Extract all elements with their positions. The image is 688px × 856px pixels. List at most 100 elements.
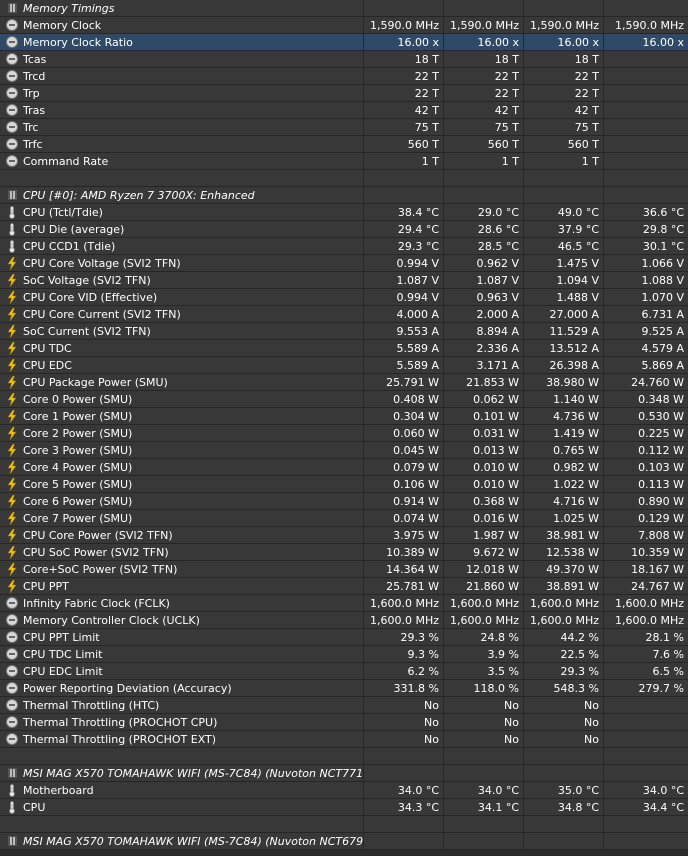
thermometer-icon [6,800,18,814]
section-header[interactable]: CPU [#0]: AMD Ryzen 7 3700X: Enhanced [0,187,688,204]
sensor-row[interactable]: Thermal Throttling (HTC) No No No [0,697,688,714]
min-value [444,187,524,204]
clock-icon [6,631,18,643]
spacer-row [0,170,688,187]
sensor-row[interactable]: CPU EDC Limit 6.2 % 3.5 % 29.3 % 6.5 % [0,663,688,680]
min-value: 9.672 W [444,544,524,561]
max-value: 49.0 °C [524,204,604,221]
min-value [444,0,524,17]
min-value: 42 T [444,102,524,119]
sensor-row[interactable]: Trc 75 T 75 T 75 T [0,119,688,136]
sensor-row[interactable]: CPU TDC 5.589 A 2.336 A 13.512 A 4.579 A [0,340,688,357]
sensor-row[interactable]: Core 0 Power (SMU) 0.408 W 0.062 W 1.140 W 0… [0,391,688,408]
current-value: 4.000 A [364,306,444,323]
sensor-label: CPU EDC [23,359,72,372]
sensor-row[interactable]: Power Reporting Deviation (Accuracy) 331.… [0,680,688,697]
sensor-row[interactable]: Tcas 18 T 18 T 18 T [0,51,688,68]
sensor-label: Core 4 Power (SMU) [23,461,133,474]
sensor-row[interactable]: CPU (Tctl/Tdie) 38.4 °C 29.0 °C 49.0 °C 36.6… [0,204,688,221]
min-value: 24.8 % [444,629,524,646]
sensor-row[interactable]: CPU EDC 5.589 A 3.171 A 26.398 A 5.869 A [0,357,688,374]
sensor-row[interactable]: CPU PPT 25.781 W 21.860 W 38.891 W 24.767 W [0,578,688,595]
section-header[interactable]: MSI MAG X570 TOMAHAWK WIFI (MS-7C84) (Nu… [0,833,688,850]
sensor-row[interactable]: Core 3 Power (SMU) 0.045 W 0.013 W 0.765 W 0… [0,442,688,459]
current-value: 0.074 W [364,510,444,527]
sensor-row[interactable]: Memory Clock 1,590.0 MHz 1,590.0 MHz 1,590.… [0,17,688,34]
sensor-row[interactable]: CPU Core Current (SVI2 TFN) 4.000 A 2.000 … [0,306,688,323]
sensor-row[interactable]: Tras 42 T 42 T 42 T [0,102,688,119]
current-value: 34.3 °C [364,799,444,816]
section-title: MSI MAG X570 TOMAHAWK WIFI (MS-7C84) (Nu… [23,767,364,780]
sensor-row[interactable]: CPU Die (average) 29.4 °C 28.6 °C 37.9 °C 29… [0,221,688,238]
sensor-row[interactable]: CPU Core VID (Effective) 0.994 V 0.963 V 1.… [0,289,688,306]
sensor-row[interactable]: CPU 34.3 °C 34.1 °C 34.8 °C 34.4 °C [0,799,688,816]
min-value: 2.000 A [444,306,524,323]
sensor-name-cell: Thermal Throttling (PROCHOT EXT) [0,731,364,748]
sensor-row[interactable]: Command Rate 1 T1 T1 T [0,153,688,170]
min-value: No [444,697,524,714]
sensor-row[interactable]: Trp 22 T 22 T 22 T [0,85,688,102]
sensor-row[interactable]: Core 4 Power (SMU) 0.079 W 0.010 W 0.982 W 0… [0,459,688,476]
average-value: 0.103 W [638,461,684,474]
max-value: 1.488 V [524,289,604,306]
max-value: 13.512 A [524,340,604,357]
sensor-row[interactable]: CPU PPT Limit 29.3 % 24.8 % 44.2 % 28.1 % [0,629,688,646]
min-value: No [444,714,524,731]
min-value: 0.963 V [444,289,524,306]
lightning-icon [6,290,18,304]
current-value: No [364,714,444,731]
min-value: 16.00 x [444,34,524,51]
max-value: 34.8 °C [524,799,604,816]
current-value: 9.3 % [364,646,444,663]
sensor-row[interactable]: Trfc 560 T 560 T 560 T [0,136,688,153]
section-header[interactable]: MSI MAG X570 TOMAHAWK WIFI (MS-7C84) (Nu… [0,765,688,782]
sensor-row[interactable]: Core+SoC Power (SVI2 TFN) 14.364 W 12.018 … [0,561,688,578]
sensor-label: Thermal Throttling (HTC) [23,699,160,712]
sensor-row[interactable]: Core 7 Power (SMU) 0.074 W 0.016 W 1.025 W 0… [0,510,688,527]
sensor-row[interactable]: CPU Core Power (SVI2 TFN) 3.975 W 1.987 W3… [0,527,688,544]
sensor-label: CPU SoC Power (SVI2 TFN) [23,546,169,559]
sensor-row[interactable]: CPU Package Power (SMU) 25.791 W 21.853 W3… [0,374,688,391]
sensor-row[interactable]: Thermal Throttling (PROCHOT CPU) No No No [0,714,688,731]
max-value: No [524,697,604,714]
sensor-row[interactable]: Thermal Throttling (PROCHOT EXT) No No No [0,731,688,748]
clock-icon [6,36,18,48]
average-value: 29.8 °C [642,223,684,236]
sensor-row[interactable]: Memory Clock Ratio 16.00 x 16.00 x 16.00 x1… [0,34,688,51]
sensor-row[interactable]: SoC Voltage (SVI2 TFN) 1.087 V 1.087 V 1.09… [0,272,688,289]
sensor-row[interactable]: CPU TDC Limit 9.3 % 3.9 % 22.5 % 7.6 % [0,646,688,663]
average-value [604,0,688,17]
sensor-row[interactable]: SoC Current (SVI2 TFN) 9.553 A 8.894 A 11.5… [0,323,688,340]
sensor-label: Command Rate [23,155,109,168]
sensor-row[interactable]: Core 1 Power (SMU) 0.304 W 0.101 W 4.736 W 0… [0,408,688,425]
sensor-row[interactable]: Trcd 22 T 22 T 22 T [0,68,688,85]
sensor-name-cell: Trc [0,119,364,136]
sensor-row[interactable]: Infinity Fabric Clock (FCLK) 1,600.0 MHz 1… [0,595,688,612]
sensor-row[interactable]: Motherboard 34.0 °C 34.0 °C 35.0 °C 34.0 °C [0,782,688,799]
min-value: 0.101 W [444,408,524,425]
sensor-name-cell: CPU EDC Limit [0,663,364,680]
sensor-label: CPU Package Power (SMU) [23,376,168,389]
sensor-row[interactable]: CPU SoC Power (SVI2 TFN) 10.389 W 9.672 W1… [0,544,688,561]
sensor-row[interactable]: Core 2 Power (SMU) 0.060 W 0.031 W 1.419 W 0… [0,425,688,442]
sensor-row[interactable]: CPU CCD1 (Tdie) 29.3 °C 28.5 °C 46.5 °C 30.1… [0,238,688,255]
max-value: 560 T [524,136,604,153]
thermometer-icon [6,205,18,219]
sensor-row[interactable]: Core 6 Power (SMU) 0.914 W 0.368 W 4.716 W 0… [0,493,688,510]
average-value [604,187,688,204]
sensor-name-cell: Core+SoC Power (SVI2 TFN) [0,561,364,578]
average-value: 0.225 W [638,427,684,440]
sensor-label: Core 6 Power (SMU) [23,495,133,508]
sensor-name-cell: Trcd [0,68,364,85]
sensor-grid: Memory Timings Memory Clock 1,590.0 MHz 1,5… [0,0,688,850]
clock-icon [6,682,18,694]
sensor-row[interactable]: Core 5 Power (SMU) 0.106 W 0.010 W 1.022 W 0… [0,476,688,493]
min-value: 0.062 W [444,391,524,408]
sensor-row[interactable]: Memory Controller Clock (UCLK) 1,600.0 MH… [0,612,688,629]
section-header[interactable]: Memory Timings [0,0,688,17]
sensor-row[interactable]: CPU Core Voltage (SVI2 TFN) 0.994 V 0.962 … [0,255,688,272]
sensor-label: Trcd [23,70,46,83]
average-value [604,119,688,136]
average-value: 18.167 W [631,563,684,576]
clock-icon [6,597,18,609]
